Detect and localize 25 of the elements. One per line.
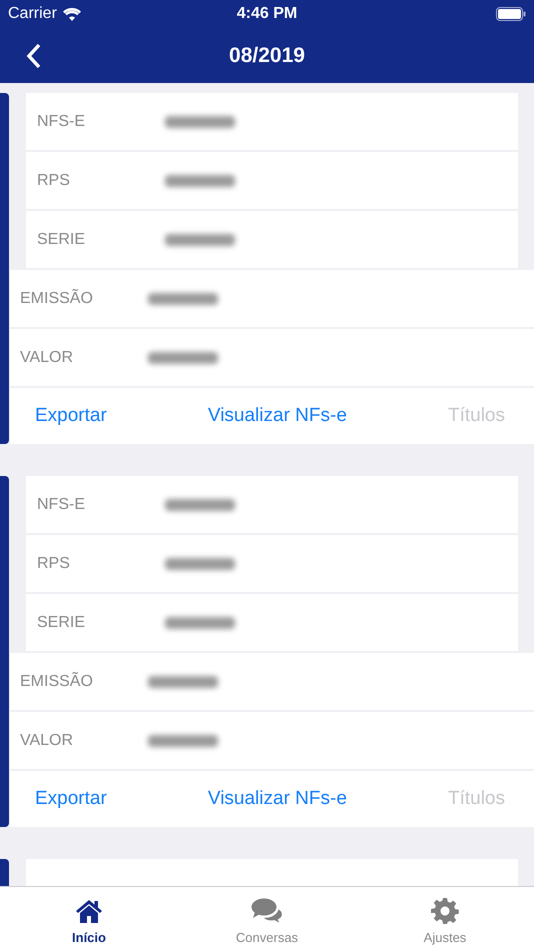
field-label: EMISSÃO — [20, 290, 94, 308]
carrier-label: Carrier — [8, 5, 57, 23]
house-icon — [75, 899, 103, 923]
action-button[interactable]: Visualizar NFs-e — [208, 784, 347, 814]
field-label: NFS-E — [37, 496, 86, 514]
battery-icon — [496, 7, 526, 21]
clock-time: 4:46 PM — [236, 5, 298, 23]
nav-title: 08/2019 — [229, 44, 305, 68]
field-label: RPS — [37, 172, 71, 190]
field-label: SERIE — [37, 230, 86, 248]
tab-item[interactable]: Conversas — [178, 887, 356, 950]
chat-bubbles-icon — [251, 898, 283, 924]
action-button[interactable]: Exportar — [35, 784, 107, 814]
field-label: SERIE — [37, 614, 86, 632]
field-label: VALOR — [20, 732, 74, 750]
action-button[interactable]: Visualizar NFs-e — [208, 401, 347, 431]
tab-item[interactable]: Ajustes — [356, 887, 534, 950]
field-label: RPS — [37, 554, 71, 572]
tab-item[interactable]: Início — [0, 887, 178, 950]
action-button[interactable]: Exportar — [35, 401, 107, 431]
wifi-icon — [62, 8, 81, 20]
field-label: EMISSÃO — [20, 672, 94, 690]
field-label: NFS-E — [37, 112, 86, 130]
gear-icon — [431, 897, 459, 925]
field-label: VALOR — [20, 348, 74, 366]
